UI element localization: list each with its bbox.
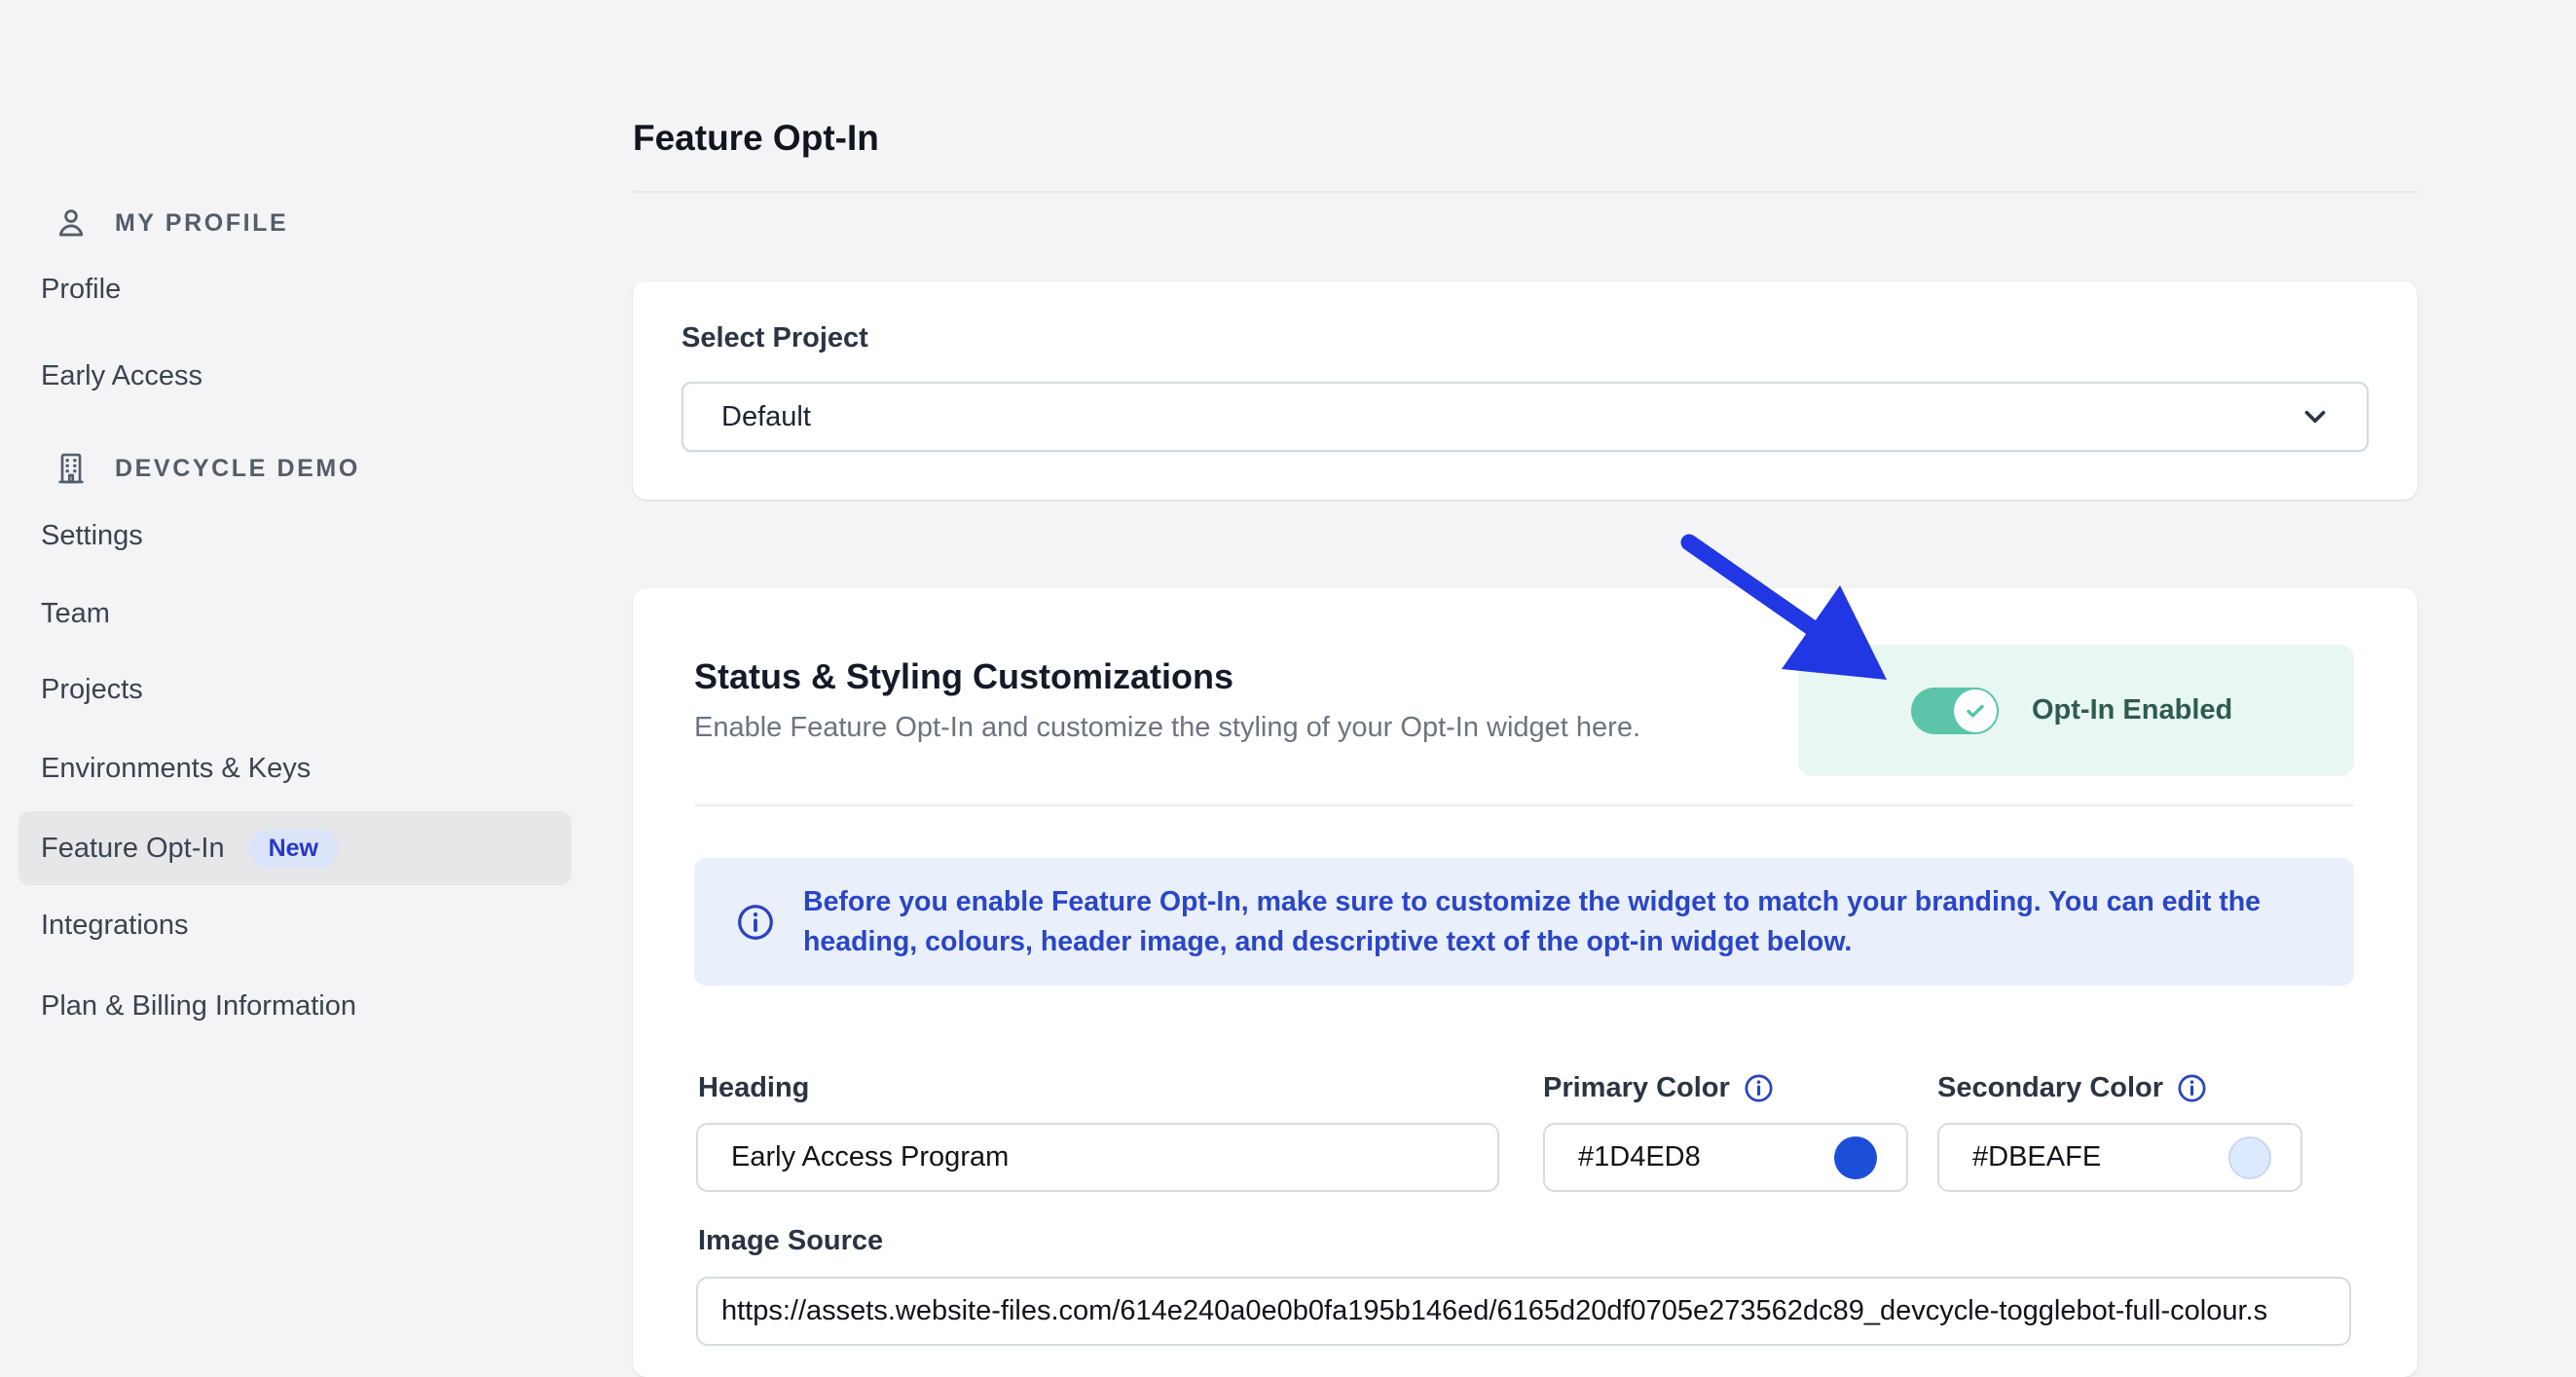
secondary-color-value: #DBEAFE <box>1972 1141 2228 1173</box>
image-source-input[interactable]: https://assets.website-files.com/614e240… <box>696 1277 2351 1346</box>
sidebar-item-label: Projects <box>41 674 143 706</box>
secondary-color-input[interactable]: #DBEAFE <box>1937 1123 2302 1192</box>
building-icon <box>53 450 90 487</box>
section-description: Enable Feature Opt-In and customize the … <box>694 712 1640 744</box>
sidebar-section-my-profile: MY PROFILE <box>53 192 288 254</box>
project-select[interactable]: Default <box>681 382 2369 452</box>
sidebar-item-early-access[interactable]: Early Access <box>41 345 202 407</box>
section-title: Status & Styling Customizations <box>694 656 1233 697</box>
image-source-field-label: Image Source <box>698 1225 883 1257</box>
sidebar-item-label: Profile <box>41 274 121 306</box>
info-icon[interactable] <box>2176 1072 2208 1104</box>
sidebar-item-feature-opt-in[interactable]: Feature Opt-In New <box>18 811 571 885</box>
sidebar-item-label: Team <box>41 598 110 630</box>
heading-input-value: Early Access Program <box>731 1141 1468 1173</box>
info-banner-text: Before you enable Feature Opt-In, make s… <box>803 882 2332 962</box>
secondary-color-swatch[interactable] <box>2228 1136 2271 1179</box>
primary-color-input[interactable]: #1D4ED8 <box>1543 1123 1908 1192</box>
primary-color-value: #1D4ED8 <box>1578 1141 1834 1173</box>
section-divider <box>694 804 2354 806</box>
sidebar-item-plan-billing[interactable]: Plan & Billing Information <box>41 975 356 1037</box>
sidebar-section-devcycle-demo: DEVCYCLE DEMO <box>53 437 360 500</box>
info-icon[interactable] <box>1743 1072 1775 1104</box>
project-select-value: Default <box>721 401 2299 433</box>
primary-color-field-label: Primary Color <box>1543 1072 1775 1104</box>
opt-in-toggle-panel: Opt-In Enabled <box>1798 645 2354 776</box>
toggle-knob <box>1954 689 1997 732</box>
sidebar-item-team[interactable]: Team <box>41 582 110 645</box>
sidebar-item-label: Feature Opt-In <box>41 833 225 865</box>
sidebar-item-label: Integrations <box>41 910 189 942</box>
user-icon <box>53 205 90 242</box>
sidebar-item-settings[interactable]: Settings <box>41 504 143 567</box>
select-project-label: Select Project <box>681 322 868 354</box>
title-divider <box>633 191 2417 193</box>
heading-input[interactable]: Early Access Program <box>696 1123 1499 1192</box>
chevron-down-icon <box>2299 400 2332 433</box>
sidebar-item-projects[interactable]: Projects <box>41 658 143 721</box>
page-title: Feature Opt-In <box>633 118 879 159</box>
heading-field-label: Heading <box>698 1072 809 1104</box>
new-badge: New <box>248 830 339 868</box>
toggle-label: Opt-In Enabled <box>2032 694 2232 726</box>
sidebar-item-profile[interactable]: Profile <box>41 258 121 320</box>
sidebar-section-label: DEVCYCLE DEMO <box>115 455 360 483</box>
primary-color-swatch[interactable] <box>1834 1136 1877 1179</box>
image-source-value: https://assets.website-files.com/614e240… <box>721 1295 2267 1327</box>
info-icon <box>735 902 776 943</box>
info-banner: Before you enable Feature Opt-In, make s… <box>694 858 2354 986</box>
sidebar-item-label: Plan & Billing Information <box>41 990 356 1023</box>
status-styling-card: Status & Styling Customizations Enable F… <box>633 588 2417 1377</box>
select-project-card: Select Project Default <box>633 281 2417 500</box>
check-icon <box>1964 699 1987 723</box>
sidebar-item-environments-keys[interactable]: Environments & Keys <box>41 737 311 800</box>
sidebar-section-label: MY PROFILE <box>115 209 288 238</box>
opt-in-toggle[interactable] <box>1911 688 1999 734</box>
sidebar: MY PROFILE Profile Early Access DEVCYCLE… <box>0 0 623 1354</box>
sidebar-item-label: Early Access <box>41 360 202 392</box>
secondary-color-field-label: Secondary Color <box>1937 1072 2208 1104</box>
sidebar-item-label: Environments & Keys <box>41 753 311 785</box>
sidebar-item-label: Settings <box>41 520 143 552</box>
sidebar-item-integrations[interactable]: Integrations <box>41 894 189 956</box>
